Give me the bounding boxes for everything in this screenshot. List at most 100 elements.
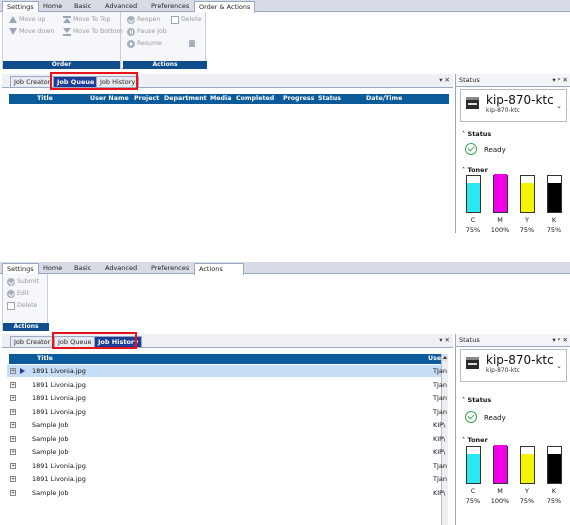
printer-icon bbox=[466, 357, 479, 369]
pane-controls[interactable]: ▾ ✕ bbox=[439, 336, 450, 344]
expand-icon[interactable]: + bbox=[10, 435, 16, 442]
col-title[interactable]: Title bbox=[37, 94, 53, 104]
row-title: 1891 Livonia.jpg bbox=[32, 461, 86, 470]
tab-preferences[interactable]: Preferences bbox=[147, 1, 193, 12]
order-group-label: Order bbox=[3, 61, 120, 69]
table-row[interactable]: +1891 Livonia.jpg TJan bbox=[7, 379, 447, 391]
table-row[interactable]: +1891 Livonia.jpg TJan bbox=[7, 473, 447, 485]
col-date-time[interactable]: Date/Time bbox=[366, 94, 402, 104]
toner-percent: 100% bbox=[490, 497, 510, 505]
col-progress[interactable]: Progress bbox=[283, 94, 314, 104]
job-history-screenshot: Settings Home Basic Advanced Preferences… bbox=[0, 262, 570, 525]
expand-icon[interactable]: + bbox=[10, 489, 16, 496]
job-queue-grid: Title User Name Project Department Media… bbox=[7, 94, 450, 233]
edit-button[interactable]: Edit bbox=[7, 288, 29, 299]
move-down-button[interactable]: Move down bbox=[9, 26, 54, 37]
toner-cartridge-m bbox=[493, 174, 508, 213]
ready-icon bbox=[465, 411, 477, 423]
status-panel-header: Status ▾ ᵖ ✕ bbox=[456, 334, 570, 347]
toner-section-label[interactable]: ˄ Toner bbox=[462, 166, 488, 174]
printer-selector[interactable]: kip-870-ktc kip-870-ktc ⌄ bbox=[460, 89, 567, 122]
actions-group-label: Actions bbox=[123, 61, 207, 69]
toner-name: Y bbox=[525, 487, 529, 495]
table-row[interactable]: +1891 Livonia.jpg TJan bbox=[7, 460, 447, 472]
toner-fill bbox=[548, 183, 561, 212]
reopen-button[interactable]: Reopen bbox=[127, 14, 160, 25]
scroll-up-icon[interactable] bbox=[442, 354, 448, 361]
chevron-down-icon: ⌄ bbox=[556, 362, 562, 370]
table-row[interactable]: +1891 Livonia.jpg TJan bbox=[7, 392, 447, 404]
move-to-bottom-icon bbox=[63, 27, 71, 36]
tab-home[interactable]: Home bbox=[39, 1, 66, 12]
col-project[interactable]: Project bbox=[134, 94, 159, 104]
row-user: TJan bbox=[433, 461, 447, 470]
tab-job-creator[interactable]: Job Creator bbox=[10, 336, 55, 347]
tab-actions[interactable]: Actions bbox=[194, 263, 244, 275]
tab-preferences[interactable]: Preferences bbox=[147, 263, 193, 274]
delete-button[interactable]: Delete bbox=[171, 14, 201, 25]
toner-cartridge-c bbox=[466, 175, 481, 213]
expand-icon[interactable]: + bbox=[10, 408, 16, 415]
table-row[interactable]: + Sample Job KIP\ bbox=[7, 419, 445, 431]
status-section-label[interactable]: ˄ Status bbox=[462, 396, 491, 404]
ribbon-tab-bar: Settings Home Basic Advanced Preferences… bbox=[0, 0, 570, 13]
col-media[interactable]: Media bbox=[210, 94, 231, 104]
expand-icon[interactable]: + bbox=[10, 449, 16, 455]
toner-section-label[interactable]: ˄ Toner bbox=[462, 436, 488, 444]
table-row[interactable]: +1891 Livonia.jpg TJan bbox=[7, 406, 447, 418]
table-row[interactable]: + Sample Job KIP\ bbox=[7, 487, 445, 499]
tab-advanced[interactable]: Advanced bbox=[101, 263, 141, 274]
delete-icon bbox=[7, 301, 15, 310]
row-user: TJan bbox=[433, 475, 447, 483]
move-to-top-button[interactable]: Move To Top bbox=[63, 14, 110, 25]
tab-basic[interactable]: Basic bbox=[70, 263, 95, 274]
expand-icon[interactable]: + bbox=[10, 476, 16, 482]
move-to-bottom-button[interactable]: Move To Bottom bbox=[63, 26, 123, 37]
expand-icon[interactable]: + bbox=[10, 462, 16, 469]
tab-job-creator[interactable]: Job Creator bbox=[10, 76, 55, 87]
table-row[interactable]: + Sample Job KIP\ bbox=[7, 446, 445, 458]
tab-home[interactable]: Home bbox=[39, 263, 66, 274]
move-up-button[interactable]: Move up bbox=[9, 14, 45, 25]
submit-button[interactable]: Submit bbox=[7, 276, 39, 287]
tab-basic[interactable]: Basic bbox=[70, 1, 95, 12]
status-panel-controls[interactable]: ▾ ᵖ ✕ bbox=[552, 334, 568, 346]
expand-icon[interactable]: + bbox=[10, 395, 16, 401]
arrow-down-icon bbox=[9, 28, 17, 35]
printer-selector[interactable]: kip-870-ktc kip-870-ktc ⌄ bbox=[460, 349, 567, 382]
status-panel-controls[interactable]: ▾ ᵖ ✕ bbox=[552, 74, 568, 86]
status-value: Ready bbox=[484, 414, 506, 422]
table-row[interactable]: +1891 Livonia.jpg TJan bbox=[7, 365, 447, 377]
pause-icon bbox=[127, 27, 135, 36]
col-department[interactable]: Department bbox=[164, 94, 207, 104]
delete-button[interactable]: Delete bbox=[7, 300, 37, 311]
col-user[interactable]: Use bbox=[428, 354, 441, 364]
pause-job-button[interactable]: Pause Job bbox=[127, 26, 167, 37]
row-user: TJan bbox=[433, 394, 447, 402]
expand-icon[interactable]: + bbox=[10, 381, 16, 388]
pause-job-label: Pause Job bbox=[137, 28, 167, 35]
toner-cartridge-k bbox=[547, 175, 562, 213]
print-now-button[interactable] bbox=[189, 38, 195, 49]
expand-icon[interactable]: + bbox=[10, 422, 16, 428]
table-row[interactable]: + Sample Job KIP\ bbox=[7, 433, 445, 445]
pane-controls[interactable]: ▾ ✕ bbox=[439, 76, 450, 84]
arrow-up-icon bbox=[9, 16, 17, 23]
printer-name: kip-870-ktc bbox=[486, 93, 554, 107]
toner-section-text: Toner bbox=[467, 166, 488, 174]
col-user-name[interactable]: User Name bbox=[90, 94, 129, 104]
submit-icon bbox=[7, 277, 15, 286]
tab-advanced[interactable]: Advanced bbox=[101, 1, 141, 12]
resume-button[interactable]: Resume bbox=[127, 38, 162, 49]
edit-label: Edit bbox=[17, 290, 29, 297]
status-panel: Status ▾ ᵖ ✕ kip-870-ktc kip-870-ktc ⌄ ˄… bbox=[455, 74, 570, 233]
col-title[interactable]: Title bbox=[37, 354, 53, 364]
status-section-label[interactable]: ˄ Status bbox=[462, 130, 491, 138]
status-panel-title: Status bbox=[459, 336, 480, 344]
row-title: 1891 Livonia.jpg bbox=[32, 367, 86, 375]
reopen-icon bbox=[127, 15, 135, 24]
col-completed[interactable]: Completed bbox=[236, 94, 274, 104]
expand-icon[interactable]: + bbox=[10, 368, 16, 374]
toner-cartridge-m bbox=[493, 445, 508, 484]
col-status[interactable]: Status bbox=[318, 94, 341, 104]
